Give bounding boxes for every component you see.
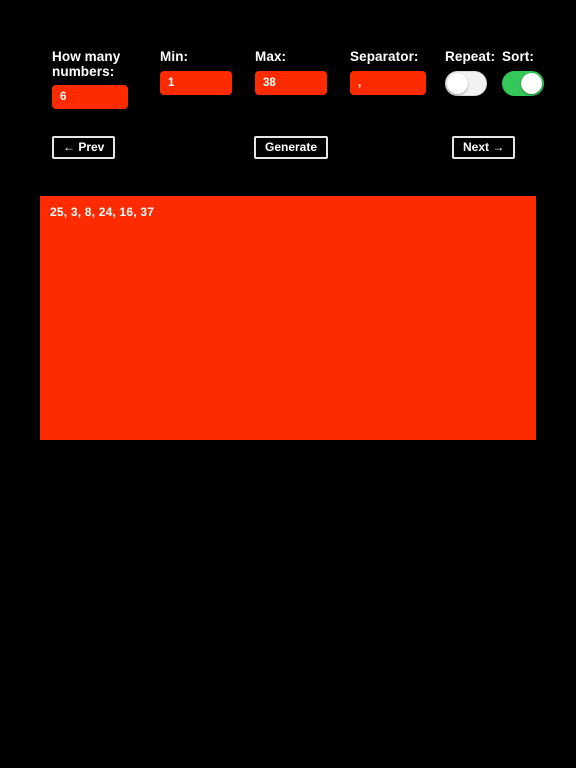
label-sort: Sort: [502,49,534,64]
input-how-many-numbers[interactable] [52,85,128,109]
generator-form: How many numbers: Min: Max: Separator: R… [40,49,544,122]
prev-button[interactable]: ← Prev [52,136,116,159]
app-root: How many numbers: Min: Max: Separator: R… [0,0,576,768]
toggle-repeat-knob [447,72,468,94]
label-repeat: Repeat: [445,49,496,64]
label-how-many-numbers: How many numbers: [52,49,121,79]
label-max: Max: [255,49,287,64]
field-repeat: Repeat: [445,49,500,96]
field-sort: Sort: [502,49,548,96]
toggle-repeat[interactable] [445,70,487,96]
next-button[interactable]: Next → [452,136,516,159]
input-separator[interactable] [350,70,426,95]
field-separator: Separator: [350,49,445,95]
action-buttons: ← Prev Generate Next → [40,136,540,160]
field-min: Min: [160,49,250,95]
generate-button[interactable]: Generate [254,136,329,159]
label-separator: Separator: [350,49,419,64]
input-max[interactable] [255,70,327,95]
toggle-sort[interactable] [502,70,544,96]
field-how-many-numbers: How many numbers: [52,49,142,109]
input-min[interactable] [160,70,232,95]
output-panel[interactable]: 25, 3, 8, 24, 16, 37 [40,196,536,440]
toggle-sort-knob [521,72,542,94]
label-min: Min: [160,49,189,64]
field-max: Max: [255,49,345,95]
output-result-text: 25, 3, 8, 24, 16, 37 [50,205,155,219]
